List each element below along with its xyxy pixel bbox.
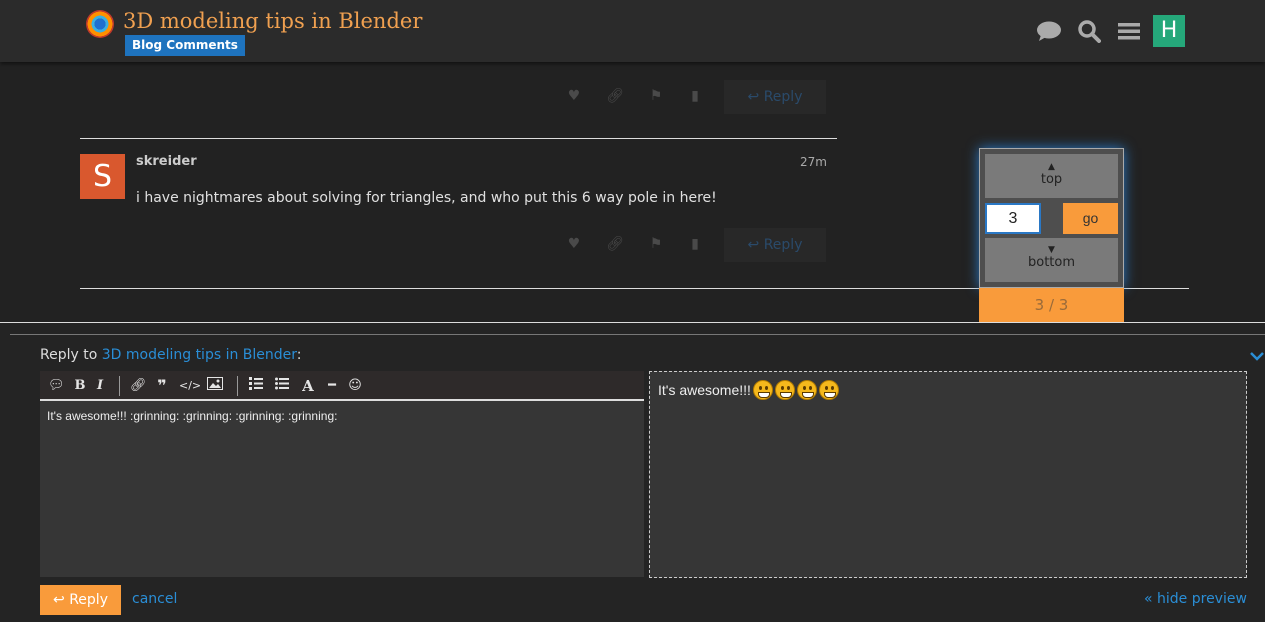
quote-post-icon[interactable]: 💬︎ <box>48 377 65 395</box>
grinning-emoji-icon <box>752 380 773 400</box>
jump-top-label: top <box>1040 172 1063 187</box>
post-actions: ♥ 🔗︎ ⚑ ▮ ↩ Reply <box>560 228 830 262</box>
topic-title[interactable]: 3D modeling tips in Blender <box>123 9 422 33</box>
horizontal-rule-icon[interactable]: ━ <box>324 377 340 395</box>
reply-preview: It's awesome!!! <box>649 371 1247 578</box>
reply-textarea[interactable]: It's awesome!!! :grinning: :grinning: :g… <box>47 409 337 423</box>
go-button[interactable]: go <box>1063 203 1118 234</box>
cancel-link[interactable]: cancel <box>132 591 177 607</box>
code-icon[interactable]: </> <box>179 377 201 395</box>
reply-submit-button[interactable]: ↩ Reply <box>40 585 121 615</box>
chat-bubble-icon[interactable] <box>1036 18 1062 44</box>
caret-up-icon: ▲ <box>1048 162 1055 172</box>
bookmark-icon[interactable]: ▮ <box>686 88 704 106</box>
site-header: 3D modeling tips in Blender Blog Comment… <box>0 0 1265 62</box>
hamburger-menu-icon[interactable] <box>1116 18 1142 44</box>
avatar[interactable]: S <box>80 154 125 199</box>
post-actions: ♥ 🔗︎ ⚑ ▮ ↩ Reply <box>560 80 830 114</box>
caret-down-icon: ▼ <box>1048 245 1055 255</box>
bookmark-icon[interactable]: ▮ <box>686 236 704 254</box>
toolbar-separator <box>119 376 120 396</box>
jump-bottom-button[interactable]: ▼ bottom <box>985 238 1118 282</box>
search-icon[interactable] <box>1076 18 1102 44</box>
post-reply-label: Reply <box>763 237 803 253</box>
chevron-down-icon[interactable] <box>1250 349 1264 365</box>
bold-icon[interactable]: B <box>72 377 88 395</box>
reply-to-label: Reply to 3D modeling tips in Blender: <box>40 347 302 363</box>
numbered-list-icon[interactable] <box>248 377 264 395</box>
toolbar-separator <box>237 376 238 396</box>
editor-toolbar: 💬︎ B I 🔗︎ ❞ </> A ━ ☺ <box>40 371 644 401</box>
italic-icon[interactable]: I <box>93 377 107 395</box>
link-icon[interactable]: 🔗︎ <box>130 377 147 395</box>
jump-top-button[interactable]: ▲ top <box>985 154 1118 198</box>
post-body: i have nightmares about solving for tria… <box>136 190 717 206</box>
post-reply-button[interactable]: ↩ Reply <box>724 228 826 262</box>
reply-to-prefix: Reply to <box>40 347 98 363</box>
hide-preview-link[interactable]: « hide preview <box>1144 591 1247 607</box>
blockquote-icon[interactable]: ❞ <box>154 377 170 395</box>
link-icon[interactable]: 🔗︎ <box>606 236 624 254</box>
heart-icon[interactable]: ♥ <box>565 88 583 106</box>
reply-to-suffix: : <box>296 347 302 363</box>
editor-panel: 💬︎ B I 🔗︎ ❞ </> A ━ ☺ It's awesome!!! :g… <box>40 371 644 577</box>
reply-submit-label: Reply <box>69 592 108 608</box>
post-number-input[interactable] <box>985 203 1041 234</box>
link-icon[interactable]: 🔗︎ <box>606 88 624 106</box>
reply-topic-link[interactable]: 3D modeling tips in Blender <box>102 347 297 363</box>
composer-grip[interactable] <box>10 334 1265 335</box>
topic-progress-counter[interactable]: 3 / 3 <box>979 288 1124 322</box>
preview-text: It's awesome!!! <box>658 382 751 398</box>
topic-progress-panel: ▲ top go ▼ bottom <box>979 148 1124 288</box>
flag-icon[interactable]: ⚑ <box>647 236 665 254</box>
user-avatar[interactable]: H <box>1153 15 1185 47</box>
reply-arrow-icon: ↩ <box>53 592 65 608</box>
post-reply-label: Reply <box>763 89 803 105</box>
preview-content: It's awesome!!! <box>658 380 839 400</box>
site-logo-icon[interactable] <box>86 10 114 38</box>
bullet-list-icon[interactable] <box>274 377 290 395</box>
category-badge[interactable]: Blog Comments <box>125 35 245 56</box>
post-timestamp[interactable]: 27m <box>800 155 827 169</box>
flag-icon[interactable]: ⚑ <box>647 88 665 106</box>
post-username[interactable]: skreider <box>136 154 197 169</box>
post-divider <box>80 138 837 139</box>
emoji-icon[interactable]: ☺ <box>347 377 363 395</box>
grinning-emoji-icon <box>818 380 839 400</box>
heading-icon[interactable]: A <box>300 377 316 395</box>
reply-composer: Reply to 3D modeling tips in Blender: 💬︎… <box>0 322 1265 622</box>
grinning-emoji-icon <box>796 380 817 400</box>
heart-icon[interactable]: ♥ <box>565 236 583 254</box>
jump-bottom-label: bottom <box>1027 255 1076 270</box>
grinning-emoji-icon <box>774 380 795 400</box>
image-icon[interactable] <box>206 377 224 395</box>
post-reply-button[interactable]: ↩ Reply <box>724 80 826 114</box>
